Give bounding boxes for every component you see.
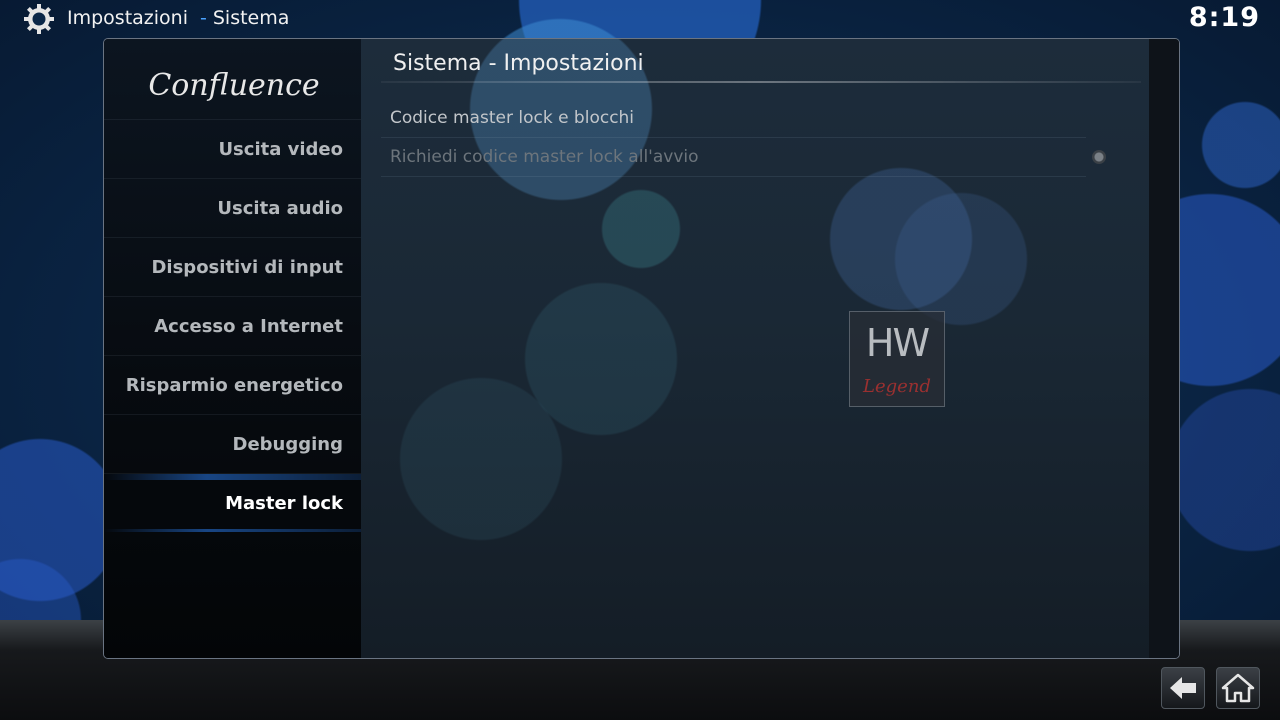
home-icon bbox=[1221, 673, 1255, 703]
sidebar-item-label: Uscita audio bbox=[217, 198, 343, 219]
breadcrumb-subsection: Sistema bbox=[212, 7, 290, 29]
settings-window: Confluence Uscita video Uscita audio Dis… bbox=[103, 38, 1180, 659]
back-button[interactable] bbox=[1161, 667, 1205, 709]
sidebar-item-uscita-audio[interactable]: Uscita audio bbox=[104, 178, 361, 237]
radio-button-icon[interactable] bbox=[1092, 150, 1106, 164]
sidebar-menu: Uscita video Uscita audio Dispositivi di… bbox=[104, 119, 361, 532]
page-title: Sistema - Impostazioni bbox=[393, 51, 644, 76]
sidebar-item-label: Dispositivi di input bbox=[151, 257, 343, 278]
svg-text:HW: HW bbox=[866, 321, 930, 365]
sidebar-item-accesso-a-internet[interactable]: Accesso a Internet bbox=[104, 296, 361, 355]
hw-legend-watermark: HW Legend bbox=[849, 311, 945, 407]
sidebar-item-label: Accesso a Internet bbox=[154, 316, 343, 337]
watermark-logo: HW Legend bbox=[862, 321, 931, 397]
setting-master-lock-code[interactable]: Codice master lock e blocchi bbox=[381, 99, 1086, 138]
sidebar-item-master-lock[interactable]: Master lock bbox=[104, 473, 361, 532]
setting-label: Codice master lock e blocchi bbox=[390, 108, 635, 128]
breadcrumb-section: Impostazioni bbox=[67, 7, 188, 29]
sidebar: Confluence Uscita video Uscita audio Dis… bbox=[104, 39, 361, 658]
breadcrumb: Impostazioni - Sistema bbox=[67, 7, 289, 29]
settings-content: Sistema - Impostazioni Codice master loc… bbox=[361, 39, 1149, 658]
confluence-logo: Confluence bbox=[148, 68, 319, 103]
sidebar-item-label: Risparmio energetico bbox=[125, 375, 343, 396]
panel-edge bbox=[1149, 39, 1179, 658]
home-button[interactable] bbox=[1216, 667, 1260, 709]
sidebar-item-risparmio-energetico[interactable]: Risparmio energetico bbox=[104, 355, 361, 414]
setting-label: Richiedi codice master lock all'avvio bbox=[390, 147, 699, 167]
top-bar: Impostazioni - Sistema 8:19 bbox=[0, 0, 1280, 38]
breadcrumb-separator: - bbox=[200, 7, 207, 29]
back-arrow-icon bbox=[1170, 677, 1196, 699]
sidebar-item-dispositivi-di-input[interactable]: Dispositivi di input bbox=[104, 237, 361, 296]
sidebar-item-label: Uscita video bbox=[218, 139, 343, 160]
sidebar-item-debugging[interactable]: Debugging bbox=[104, 414, 361, 473]
clock: 8:19 bbox=[1188, 2, 1260, 33]
gear-icon bbox=[24, 4, 54, 34]
title-divider bbox=[381, 81, 1141, 83]
sidebar-item-uscita-video[interactable]: Uscita video bbox=[104, 119, 361, 178]
sidebar-item-label: Master lock bbox=[225, 493, 343, 514]
logo-text: Confluence bbox=[148, 68, 319, 103]
sidebar-item-label: Debugging bbox=[232, 434, 344, 455]
setting-require-master-lock-on-startup[interactable]: Richiedi codice master lock all'avvio bbox=[381, 138, 1106, 177]
svg-text:Legend: Legend bbox=[862, 376, 931, 397]
